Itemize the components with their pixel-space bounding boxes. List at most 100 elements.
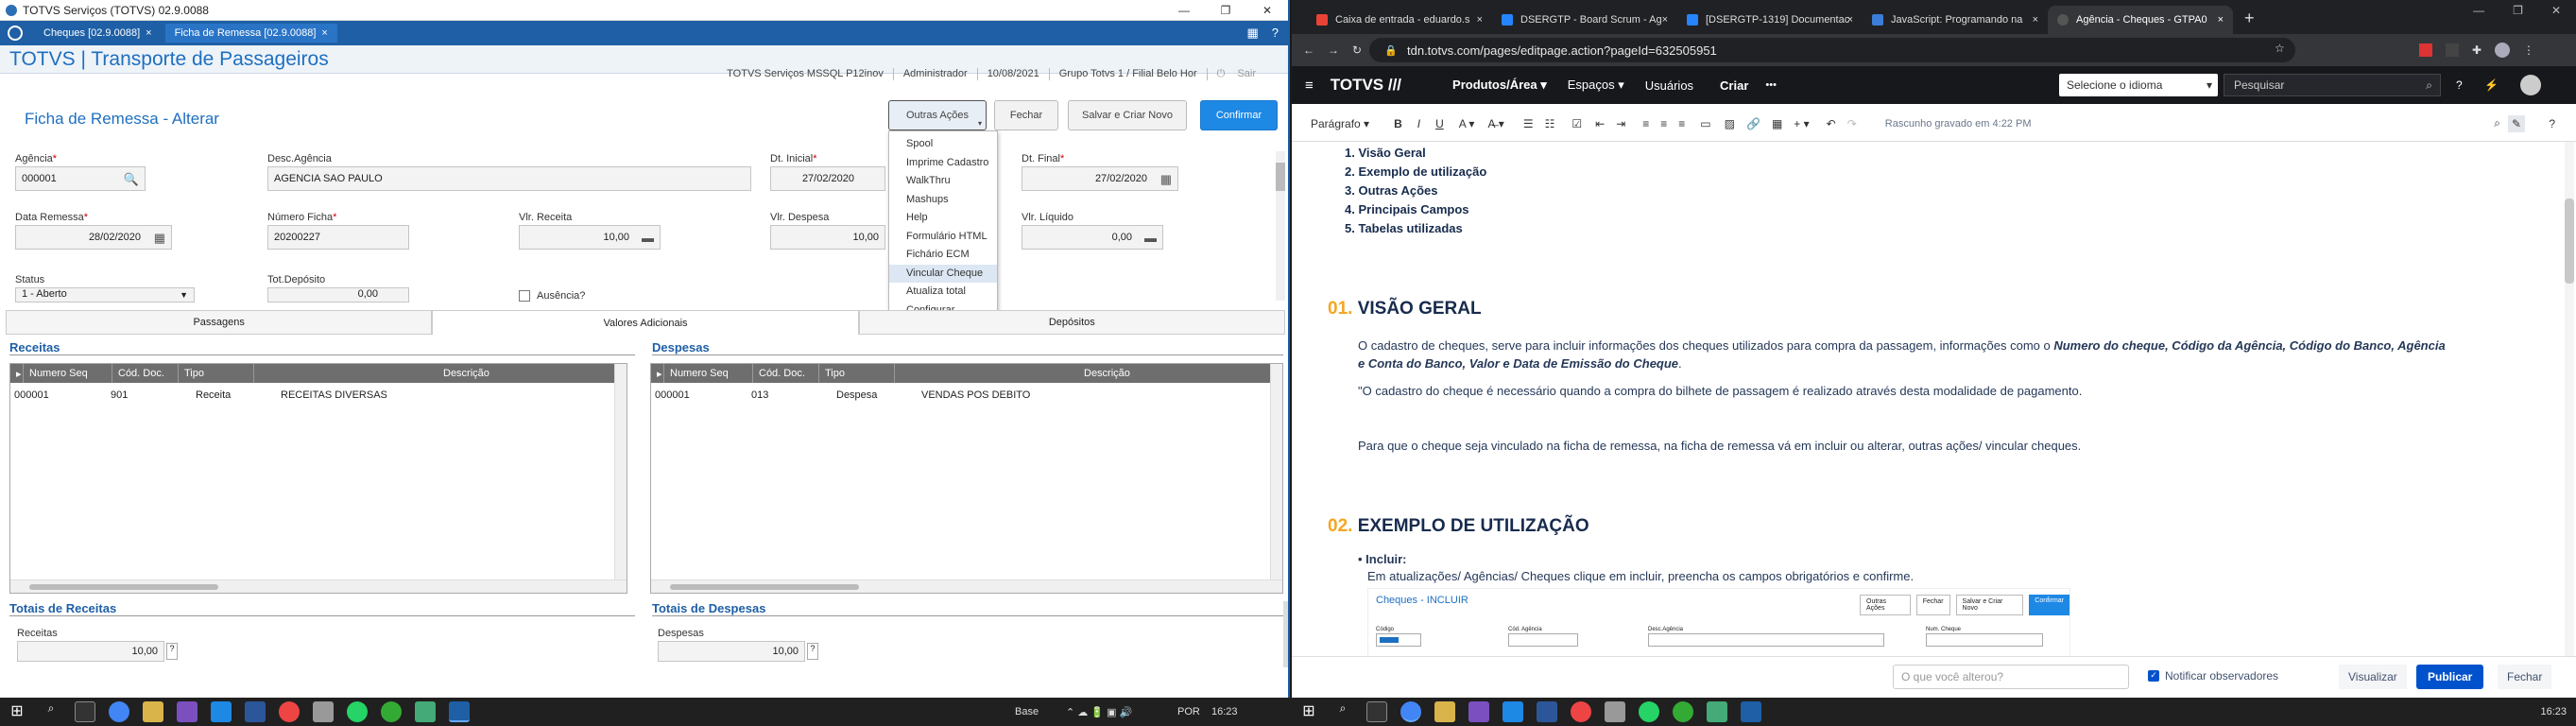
star-icon[interactable]: ☆ bbox=[2275, 42, 2285, 55]
new-tab-icon[interactable]: + bbox=[2244, 9, 2255, 28]
toc-item[interactable]: 1. Visão Geral bbox=[1345, 144, 1486, 163]
align-right-icon[interactable]: ≡ bbox=[1678, 117, 1685, 130]
menu-item-formulario-html[interactable]: Formulário HTML bbox=[889, 228, 997, 247]
help-icon[interactable]: ? bbox=[807, 643, 818, 660]
salvar-criar-novo-button[interactable]: Salvar e Criar Novo bbox=[1068, 100, 1187, 130]
visualizar-button[interactable]: Visualizar bbox=[2339, 665, 2407, 689]
confirmar-button[interactable]: Confirmar bbox=[1200, 100, 1278, 130]
search-icon[interactable]: ⌕ bbox=[41, 701, 61, 722]
chrome-icon[interactable] bbox=[1400, 701, 1421, 722]
menu-item-spool[interactable]: Spool bbox=[889, 135, 997, 154]
visual-studio-icon[interactable] bbox=[1468, 701, 1489, 722]
ausencia-checkbox[interactable] bbox=[519, 290, 530, 302]
hamburger-icon[interactable]: ≡ bbox=[1305, 78, 1314, 94]
indent-icon[interactable]: ⇥ bbox=[1616, 117, 1625, 130]
tab-depositos[interactable]: Depósitos bbox=[858, 310, 1285, 335]
calendar-icon[interactable]: ▦ bbox=[1160, 172, 1172, 187]
despesas-total-field[interactable]: 10,00 bbox=[658, 641, 805, 662]
data-remessa-field[interactable]: 28/02/2020 ▦ bbox=[15, 225, 172, 250]
app-icon[interactable] bbox=[1605, 701, 1625, 722]
app-icon[interactable] bbox=[313, 701, 334, 722]
vertical-scrollbar[interactable] bbox=[1270, 364, 1282, 593]
home-icon[interactable] bbox=[8, 26, 23, 41]
page-scrollbar[interactable] bbox=[1283, 601, 1288, 667]
dt-final-field[interactable]: 27/02/2020 ▦ bbox=[1022, 166, 1178, 191]
receitas-total-field[interactable]: 10,00 bbox=[17, 641, 164, 662]
tab-valores-adicionais[interactable]: Valores Adicionais bbox=[432, 310, 859, 335]
tot-deposito-field[interactable]: 0,00 bbox=[267, 287, 409, 302]
more-formatting-icon[interactable]: A̶ ▾ bbox=[1487, 117, 1503, 130]
app-icon[interactable] bbox=[381, 701, 402, 722]
tab-passagens[interactable]: Passagens bbox=[6, 310, 433, 335]
totvs-app-icon[interactable] bbox=[449, 701, 470, 722]
browser-tab-jira-issue[interactable]: [DSERGTP-1319] Documentac × bbox=[1677, 6, 1863, 34]
browser-tab-gmail[interactable]: Caixa de entrada - eduardo.s × bbox=[1307, 6, 1492, 34]
avatar[interactable] bbox=[2520, 75, 2541, 95]
totvs-app-icon[interactable] bbox=[1741, 701, 1761, 722]
nav-criar[interactable]: Criar bbox=[1720, 78, 1748, 93]
help-icon[interactable]: ? bbox=[2549, 117, 2555, 130]
content-scrollbar[interactable] bbox=[2565, 142, 2574, 656]
status-select[interactable]: 1 - Aberto ▼ bbox=[15, 287, 195, 302]
menu-item-mashups[interactable]: Mashups bbox=[889, 191, 997, 210]
tray-icons[interactable]: ⌃ ☁ 🔋 ▣ 🔊 bbox=[1066, 706, 1132, 718]
whatsapp-icon[interactable] bbox=[347, 701, 368, 722]
menu-item-fichario-ecm[interactable]: Fichário ECM bbox=[889, 246, 997, 265]
close-icon[interactable]: ✕ bbox=[2551, 4, 2561, 17]
search-icon[interactable]: ⌕ bbox=[1332, 701, 1353, 722]
col-tipo[interactable]: Tipo bbox=[819, 364, 895, 383]
search-input[interactable]: Pesquisar ⌕ bbox=[2224, 74, 2441, 96]
windows-start-icon[interactable]: ⊞ bbox=[1298, 701, 1319, 722]
bold-icon[interactable]: B bbox=[1394, 117, 1402, 130]
insert-icon[interactable]: + ▾ bbox=[1794, 117, 1809, 130]
vscode-icon[interactable] bbox=[1503, 701, 1523, 722]
browser-tab-agencia-cheques[interactable]: Agência - Cheques - GTPA0 × bbox=[2048, 6, 2233, 34]
restore-icon[interactable]: ❐ bbox=[1205, 0, 1246, 21]
close-icon[interactable]: × bbox=[2218, 14, 2224, 26]
col-cod-doc[interactable]: Cód. Doc. bbox=[112, 364, 179, 383]
table-row[interactable]: 000001 013 Despesa VENDAS POS DEBITO bbox=[651, 387, 1282, 404]
close-icon[interactable]: × bbox=[1662, 14, 1668, 26]
table-row[interactable]: 000001 901 Receita RECEITAS DIVERSAS bbox=[10, 387, 627, 404]
horizontal-scrollbar[interactable] bbox=[10, 579, 627, 593]
menu-item-imprime-cadastro[interactable]: Imprime Cadastro bbox=[889, 154, 997, 173]
col-cod-doc[interactable]: Cód. Doc. bbox=[753, 364, 819, 383]
task-view-icon[interactable] bbox=[75, 701, 95, 722]
minimize-icon[interactable]: — bbox=[2473, 4, 2484, 17]
vlr-receita-field[interactable]: 10,00 ▬ bbox=[519, 225, 661, 250]
layout-icon[interactable]: ▭ bbox=[1700, 117, 1710, 130]
browser-tab-jira-board[interactable]: DSERGTP - Board Scrum - Ag × bbox=[1492, 6, 1677, 34]
numero-ficha-field[interactable]: 20200227 bbox=[267, 225, 409, 250]
close-icon[interactable]: ✕ bbox=[1246, 0, 1288, 21]
align-center-icon[interactable]: ≡ bbox=[1660, 117, 1667, 130]
menu-item-help[interactable]: Help bbox=[889, 209, 997, 228]
help-icon[interactable]: ? bbox=[2456, 78, 2463, 92]
menu-item-walkthru[interactable]: WalkThru bbox=[889, 172, 997, 191]
toc-item[interactable]: 3. Outras Ações bbox=[1345, 182, 1486, 200]
outdent-icon[interactable]: ⇤ bbox=[1595, 117, 1605, 130]
language-select[interactable]: Selecione o idioma ▾ bbox=[2059, 74, 2218, 96]
link-icon[interactable]: 🔗 bbox=[1746, 117, 1760, 130]
undo-icon[interactable]: ↶ bbox=[1827, 117, 1836, 130]
toc-item[interactable]: 4. Principais Campos bbox=[1345, 200, 1486, 219]
numbered-list-icon[interactable]: ☷ bbox=[1545, 117, 1555, 130]
calculator-icon[interactable]: ▬ bbox=[642, 231, 654, 245]
edit-tools-icon[interactable]: ✎ bbox=[2507, 114, 2525, 132]
fechar-button[interactable]: Fechar bbox=[2498, 665, 2552, 689]
bullet-list-icon[interactable]: ☰ bbox=[1523, 117, 1534, 130]
col-numero-seq[interactable]: Numero Seq bbox=[664, 364, 753, 383]
app-icon[interactable] bbox=[245, 701, 266, 722]
app-icon[interactable] bbox=[1571, 701, 1591, 722]
italic-icon[interactable]: I bbox=[1417, 117, 1420, 130]
app-icon[interactable] bbox=[1673, 701, 1693, 722]
app-icon[interactable] bbox=[415, 701, 436, 722]
horizontal-scrollbar[interactable] bbox=[651, 579, 1282, 593]
toc-item[interactable]: 2. Exemplo de utilização bbox=[1345, 163, 1486, 182]
file-explorer-icon[interactable] bbox=[1434, 701, 1455, 722]
windows-start-icon[interactable]: ⊞ bbox=[7, 701, 27, 722]
find-icon[interactable]: ⌕ bbox=[2494, 116, 2500, 130]
underline-icon[interactable]: U bbox=[1435, 117, 1444, 130]
logout-link[interactable]: ⏻ Sair bbox=[1206, 68, 1275, 80]
grid-icon[interactable]: ▦ bbox=[1246, 26, 1258, 41]
whatsapp-icon[interactable] bbox=[1639, 701, 1659, 722]
